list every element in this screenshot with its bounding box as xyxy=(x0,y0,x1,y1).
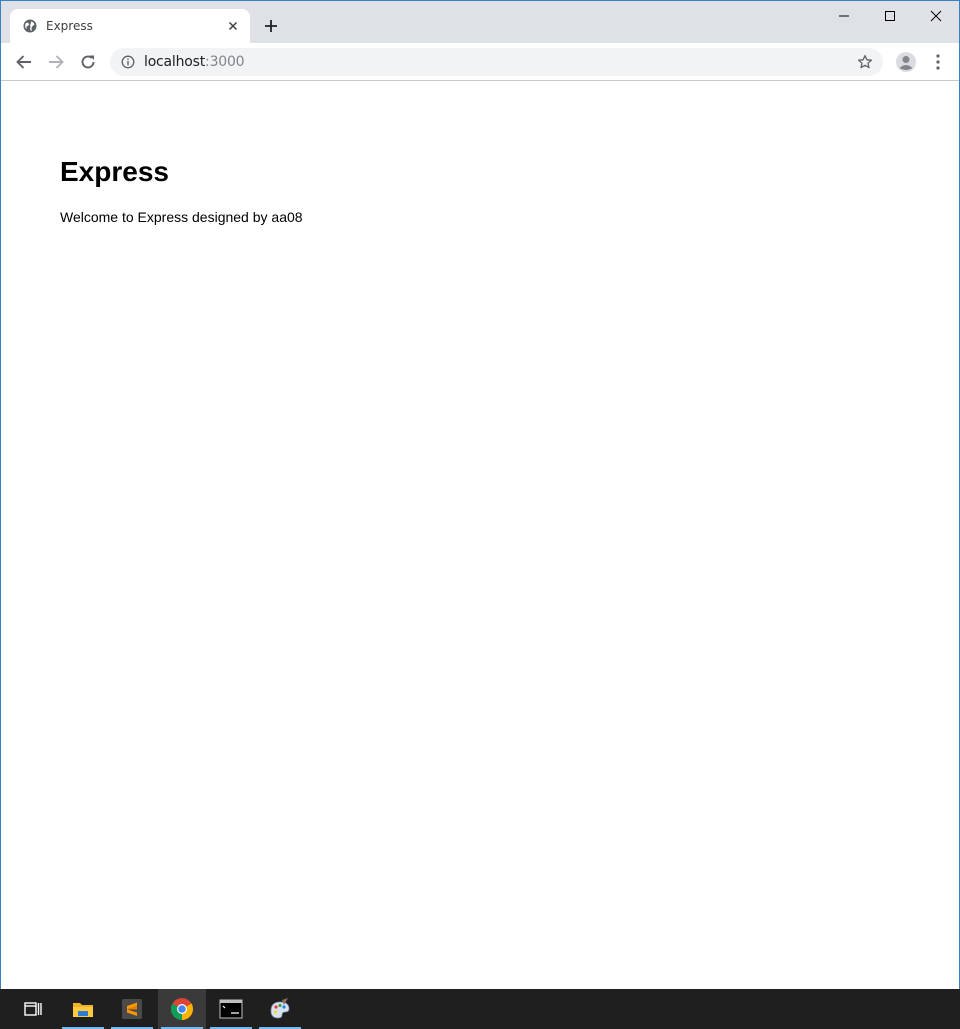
address-bar[interactable]: localhost:3000 xyxy=(110,48,883,76)
taskbar xyxy=(0,989,960,1029)
maximize-button[interactable] xyxy=(867,1,913,31)
arrow-left-icon[interactable] xyxy=(14,52,34,72)
tab-strip: Express xyxy=(1,1,959,43)
welcome-text: Welcome to Express designed by aa08 xyxy=(60,209,303,225)
browser-toolbar: localhost:3000 xyxy=(1,43,959,81)
chrome-button[interactable] xyxy=(158,989,206,1029)
close-icon[interactable] xyxy=(225,18,241,34)
plus-icon[interactable] xyxy=(262,17,280,35)
star-icon[interactable] xyxy=(857,54,873,70)
file-explorer-button[interactable] xyxy=(59,989,107,1029)
browser-window: Express localhost:3000 Express Welcome t… xyxy=(0,0,960,989)
paint-button[interactable] xyxy=(256,989,304,1029)
task-view-icon xyxy=(24,1002,42,1016)
minimize-icon xyxy=(839,15,849,17)
paint-icon xyxy=(270,998,290,1019)
close-window-icon xyxy=(930,10,942,22)
url-host: localhost xyxy=(144,54,206,70)
tab-title: Express xyxy=(46,19,93,33)
maximize-icon xyxy=(885,11,895,21)
reload-icon[interactable] xyxy=(78,52,98,72)
sublime-text-icon xyxy=(122,999,142,1019)
arrow-right-icon[interactable] xyxy=(46,52,66,72)
url-text[interactable]: localhost:3000 xyxy=(144,54,245,70)
task-view-button[interactable] xyxy=(9,989,57,1029)
page-title: Express xyxy=(60,156,169,187)
minimize-button[interactable] xyxy=(821,1,867,31)
page-content: Express Welcome to Express designed by a… xyxy=(1,81,959,989)
globe-icon xyxy=(23,19,37,33)
browser-tab[interactable]: Express xyxy=(10,9,250,43)
file-explorer-icon xyxy=(73,1003,93,1017)
window-close-button[interactable] xyxy=(913,1,959,31)
command-prompt-icon xyxy=(219,999,243,1019)
chrome-icon xyxy=(171,998,193,1020)
command-prompt-button[interactable] xyxy=(207,989,255,1029)
sublime-text-button[interactable] xyxy=(108,989,156,1029)
info-icon[interactable] xyxy=(121,55,135,69)
more-vertical-icon[interactable] xyxy=(932,53,944,71)
url-port: :3000 xyxy=(205,54,245,70)
avatar-icon[interactable] xyxy=(895,51,917,73)
